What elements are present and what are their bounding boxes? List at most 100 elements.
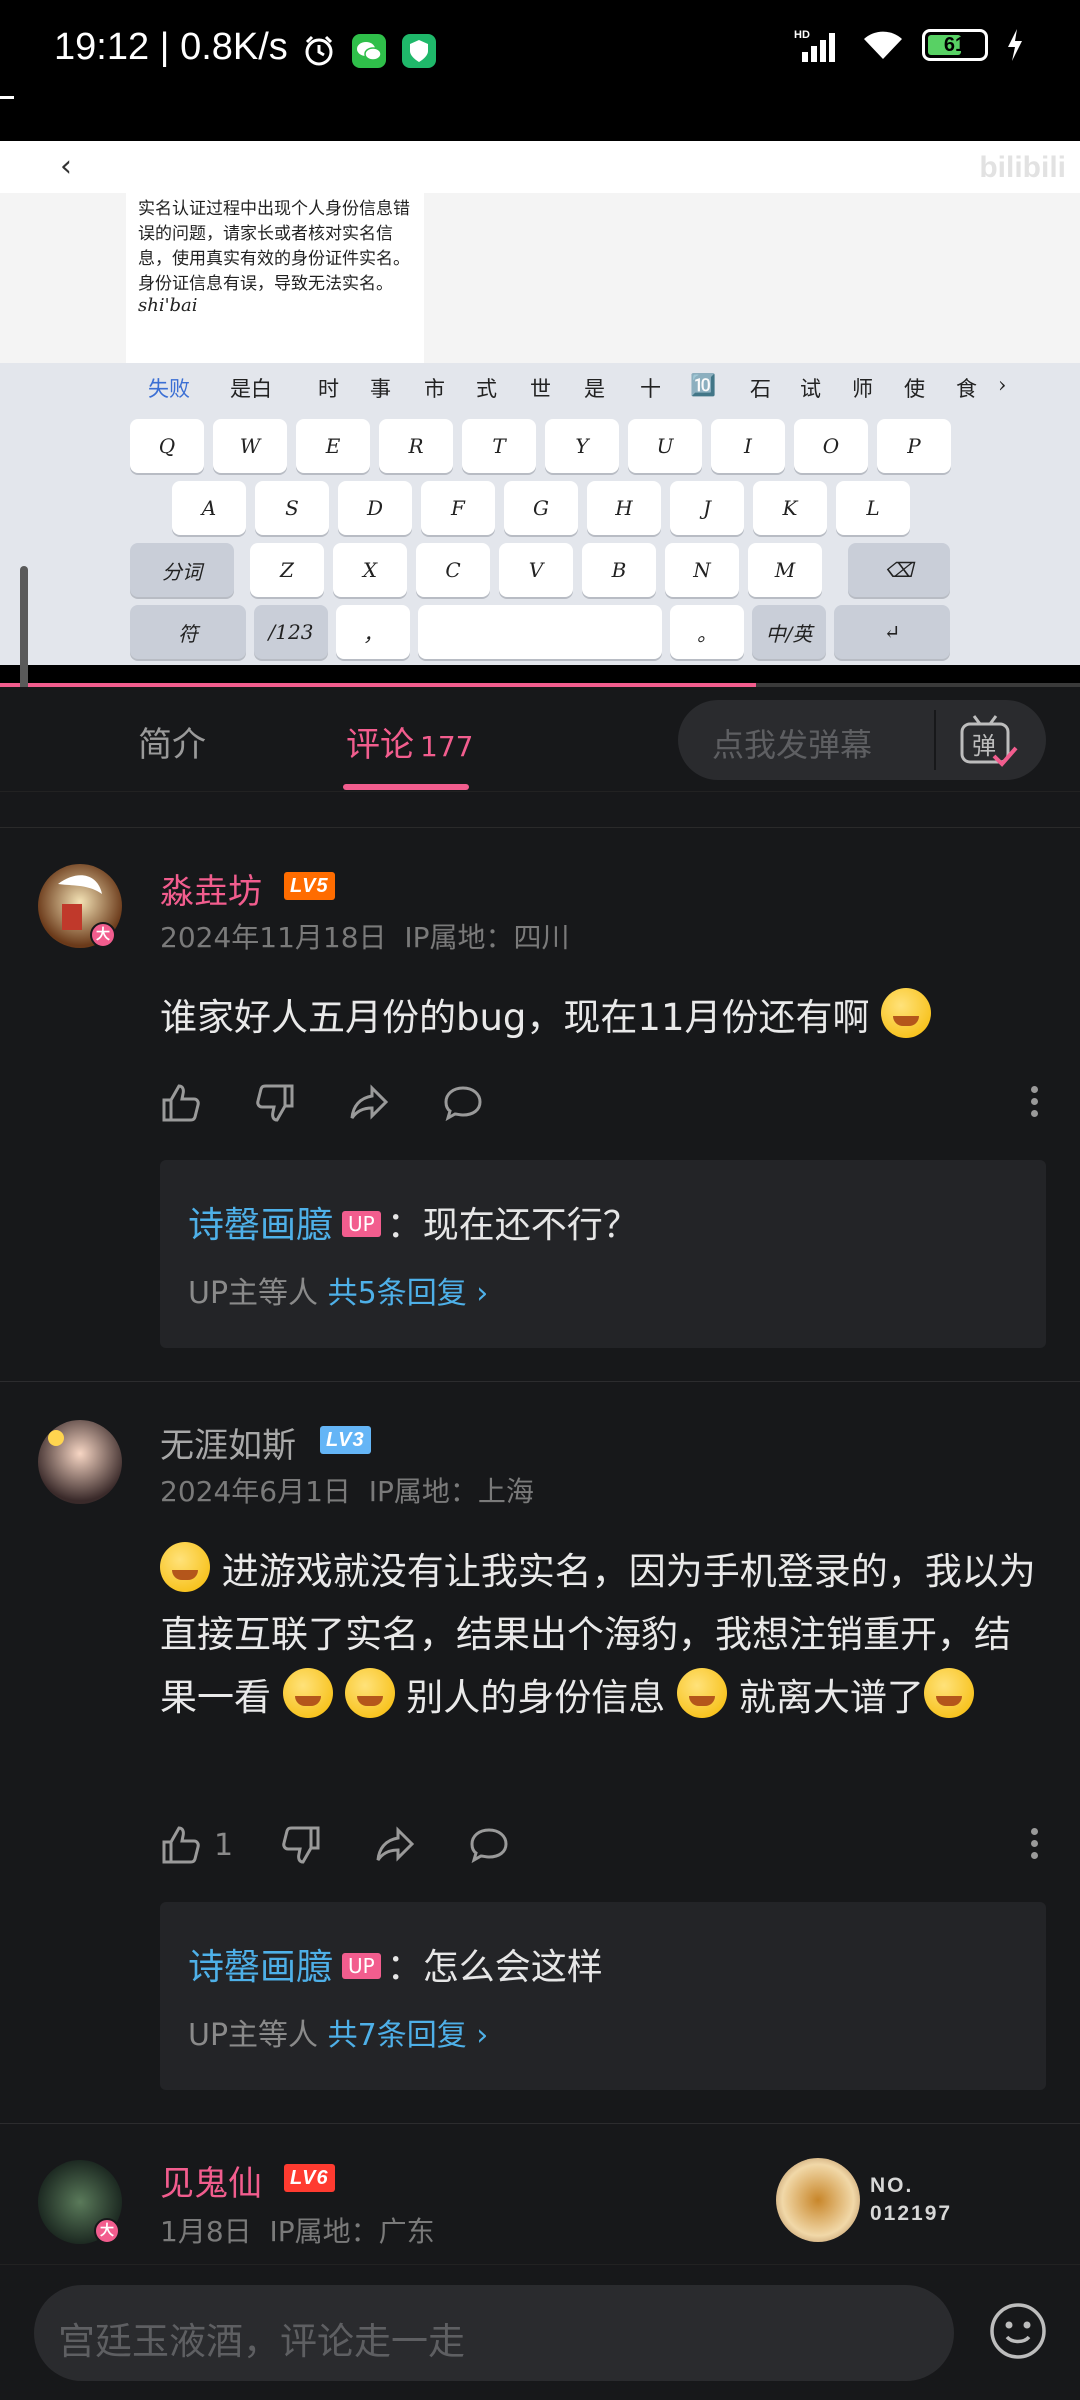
comment-input[interactable]: 宫廷玉液酒，评论走一走 <box>34 2285 954 2381</box>
more-icon[interactable] <box>1028 1082 1040 1124</box>
video-frame[interactable]: ‹ bilibili 实名认证过程中出现个人身份信息错误的问题，请家长或者核对实… <box>0 141 1080 665</box>
comment-username[interactable]: 无涯如斯 <box>160 1418 296 1467</box>
keyboard-key: E <box>296 419 370 473</box>
comment-ip: IP属地：上海 <box>368 1475 534 1508</box>
keyboard-key: T <box>462 419 536 473</box>
video-player[interactable]: ‹ bilibili 实名认证过程中出现个人身份信息错误的问题，请家长或者核对实… <box>0 100 1080 687</box>
keyboard-key: H <box>587 481 661 535</box>
danmu-input[interactable]: 点我发弹幕 弹 <box>678 700 1046 780</box>
status-right: HD 61 <box>794 28 1024 62</box>
vip-badge: 大 <box>90 922 116 948</box>
keyboard-key: M <box>748 543 822 597</box>
dislike-icon[interactable] <box>254 1082 296 1124</box>
share-icon[interactable] <box>348 1082 390 1124</box>
list-top-stub <box>0 792 1080 828</box>
keyboard-key: U <box>628 419 702 473</box>
comment-username[interactable]: 淼垚坊 <box>160 864 262 913</box>
ime-candidate: 石 <box>750 377 771 401</box>
tab-comments-count: 177 <box>420 730 474 763</box>
reply-line: 诗罄画臆 UP ：怎么会这样 <box>188 1938 603 1990</box>
chevron-right-icon: › <box>476 1276 489 1311</box>
keyboard-key: J <box>670 481 744 535</box>
reply-username[interactable]: 诗罄画臆 <box>188 1947 332 1988</box>
keyboard-key: L <box>836 481 910 535</box>
more-icon[interactable] <box>1028 1824 1040 1866</box>
ime-candidate: 式 <box>476 377 497 401</box>
keyboard-key: B <box>582 543 656 597</box>
comment-input-placeholder: 宫廷玉液酒，评论走一走 <box>58 2320 465 2363</box>
tab-comments-label: 评论 <box>346 725 414 765</box>
danmu-toggle-icon[interactable]: 弹 <box>958 712 1018 768</box>
comment-ip: IP属地：四川 <box>404 921 570 954</box>
keyboard-key: C <box>416 543 490 597</box>
comment-username[interactable]: 见鬼仙 <box>160 2156 262 2205</box>
ime-candidate: 是 <box>584 377 605 401</box>
reply-by: UP主等人 <box>188 1276 319 1311</box>
reply-line: 诗罄画臆 UP ：现在还不行？ <box>188 1196 639 1248</box>
like-icon[interactable] <box>160 1082 202 1124</box>
video-document-text: 实名认证过程中出现个人身份信息错误的问题，请家长或者核对实名信息，使用真实有效的… <box>126 193 424 363</box>
keyboard-key: G <box>504 481 578 535</box>
keyboard-key: ↵ <box>834 605 950 659</box>
chevron-right-icon: › <box>476 2018 489 2053</box>
reply-icon[interactable] <box>468 1824 510 1866</box>
emoji-picker-icon[interactable] <box>988 2301 1048 2361</box>
keyboard-key: Z <box>250 543 324 597</box>
reply-username[interactable]: 诗罄画臆 <box>188 1205 332 1246</box>
keyboard-key <box>418 605 662 659</box>
reply-text: ：现在还不行？ <box>386 1205 639 1246</box>
charging-icon <box>1008 29 1022 61</box>
comment-ip: IP属地：广东 <box>269 2215 435 2248</box>
reply-icon[interactable] <box>442 1082 484 1124</box>
keyboard-key: F <box>421 481 495 535</box>
status-time: 19:12 | 0.8K/s <box>54 26 288 68</box>
ime-candidate: 师 <box>852 377 873 401</box>
network-label: HD <box>794 29 810 41</box>
emoji-icon <box>677 1668 728 1718</box>
keyboard-key: 。 <box>670 605 744 659</box>
ime-candidate: 是白 <box>230 377 272 401</box>
comment-date: 1月8日 <box>160 2215 252 2248</box>
view-replies-link[interactable]: UP主等人 共5条回复 › <box>188 1268 488 1312</box>
comment-body-part: 别人的身份信息 <box>406 1676 666 1719</box>
tab-intro[interactable]: 简介 <box>138 717 206 766</box>
emoji-icon <box>923 1668 974 1718</box>
comment-body: 谁家好人五月份的bug，现在11月份还有啊 <box>160 996 870 1039</box>
reply-preview[interactable]: 诗罄画臆 UP ：现在还不行？ UP主等人 共5条回复 › <box>160 1160 1046 1348</box>
video-top-strip: ‹ bilibili <box>0 141 1080 193</box>
avatar[interactable] <box>38 1420 122 1504</box>
comment-composer: 宫廷玉液酒，评论走一走 <box>0 2264 1080 2400</box>
dislike-icon[interactable] <box>280 1824 322 1866</box>
comment-actions: 1 <box>160 1824 1040 1870</box>
wechat-icon <box>352 34 386 68</box>
ime-candidate: 十 <box>640 377 661 401</box>
emoji-icon <box>881 988 932 1038</box>
like-icon[interactable] <box>160 1824 202 1866</box>
comment-actions <box>160 1082 1040 1128</box>
reply-count: 共7条回复 <box>327 2018 467 2053</box>
back-chevron-icon[interactable]: ‹ <box>60 149 72 184</box>
divider <box>0 1381 1080 1382</box>
keyboard-key: ， <box>336 605 410 659</box>
keyboard-key: W <box>213 419 287 473</box>
danmu-placeholder: 点我发弹幕 <box>712 726 873 764</box>
danmu-divider <box>934 710 936 770</box>
ime-candidate: 世 <box>530 377 551 401</box>
battery-level: 61 <box>943 34 967 56</box>
share-icon[interactable] <box>374 1824 416 1866</box>
reply-by: UP主等人 <box>188 2018 319 2053</box>
keyboard-key: O <box>794 419 868 473</box>
tab-comments[interactable]: 评论 177 <box>346 717 473 766</box>
up-tag: UP <box>342 1953 381 1979</box>
view-replies-link[interactable]: UP主等人 共7条回复 › <box>188 2010 488 2054</box>
level-badge: LV6 <box>284 2164 335 2192</box>
keyboard-key: P <box>877 419 951 473</box>
reply-count: 共5条回复 <box>327 1276 467 1311</box>
level-badge: LV5 <box>284 872 335 900</box>
reply-preview[interactable]: 诗罄画臆 UP ：怎么会这样 UP主等人 共7条回复 › <box>160 1902 1046 2090</box>
ime-candidate: 失败 <box>148 377 190 401</box>
ime-candidate: 使 <box>904 377 925 401</box>
vip-badge: 大 <box>94 2218 120 2244</box>
comment-meta: 1月8日 IP属地：广东 <box>160 2210 435 2250</box>
alarm-icon <box>305 35 333 66</box>
